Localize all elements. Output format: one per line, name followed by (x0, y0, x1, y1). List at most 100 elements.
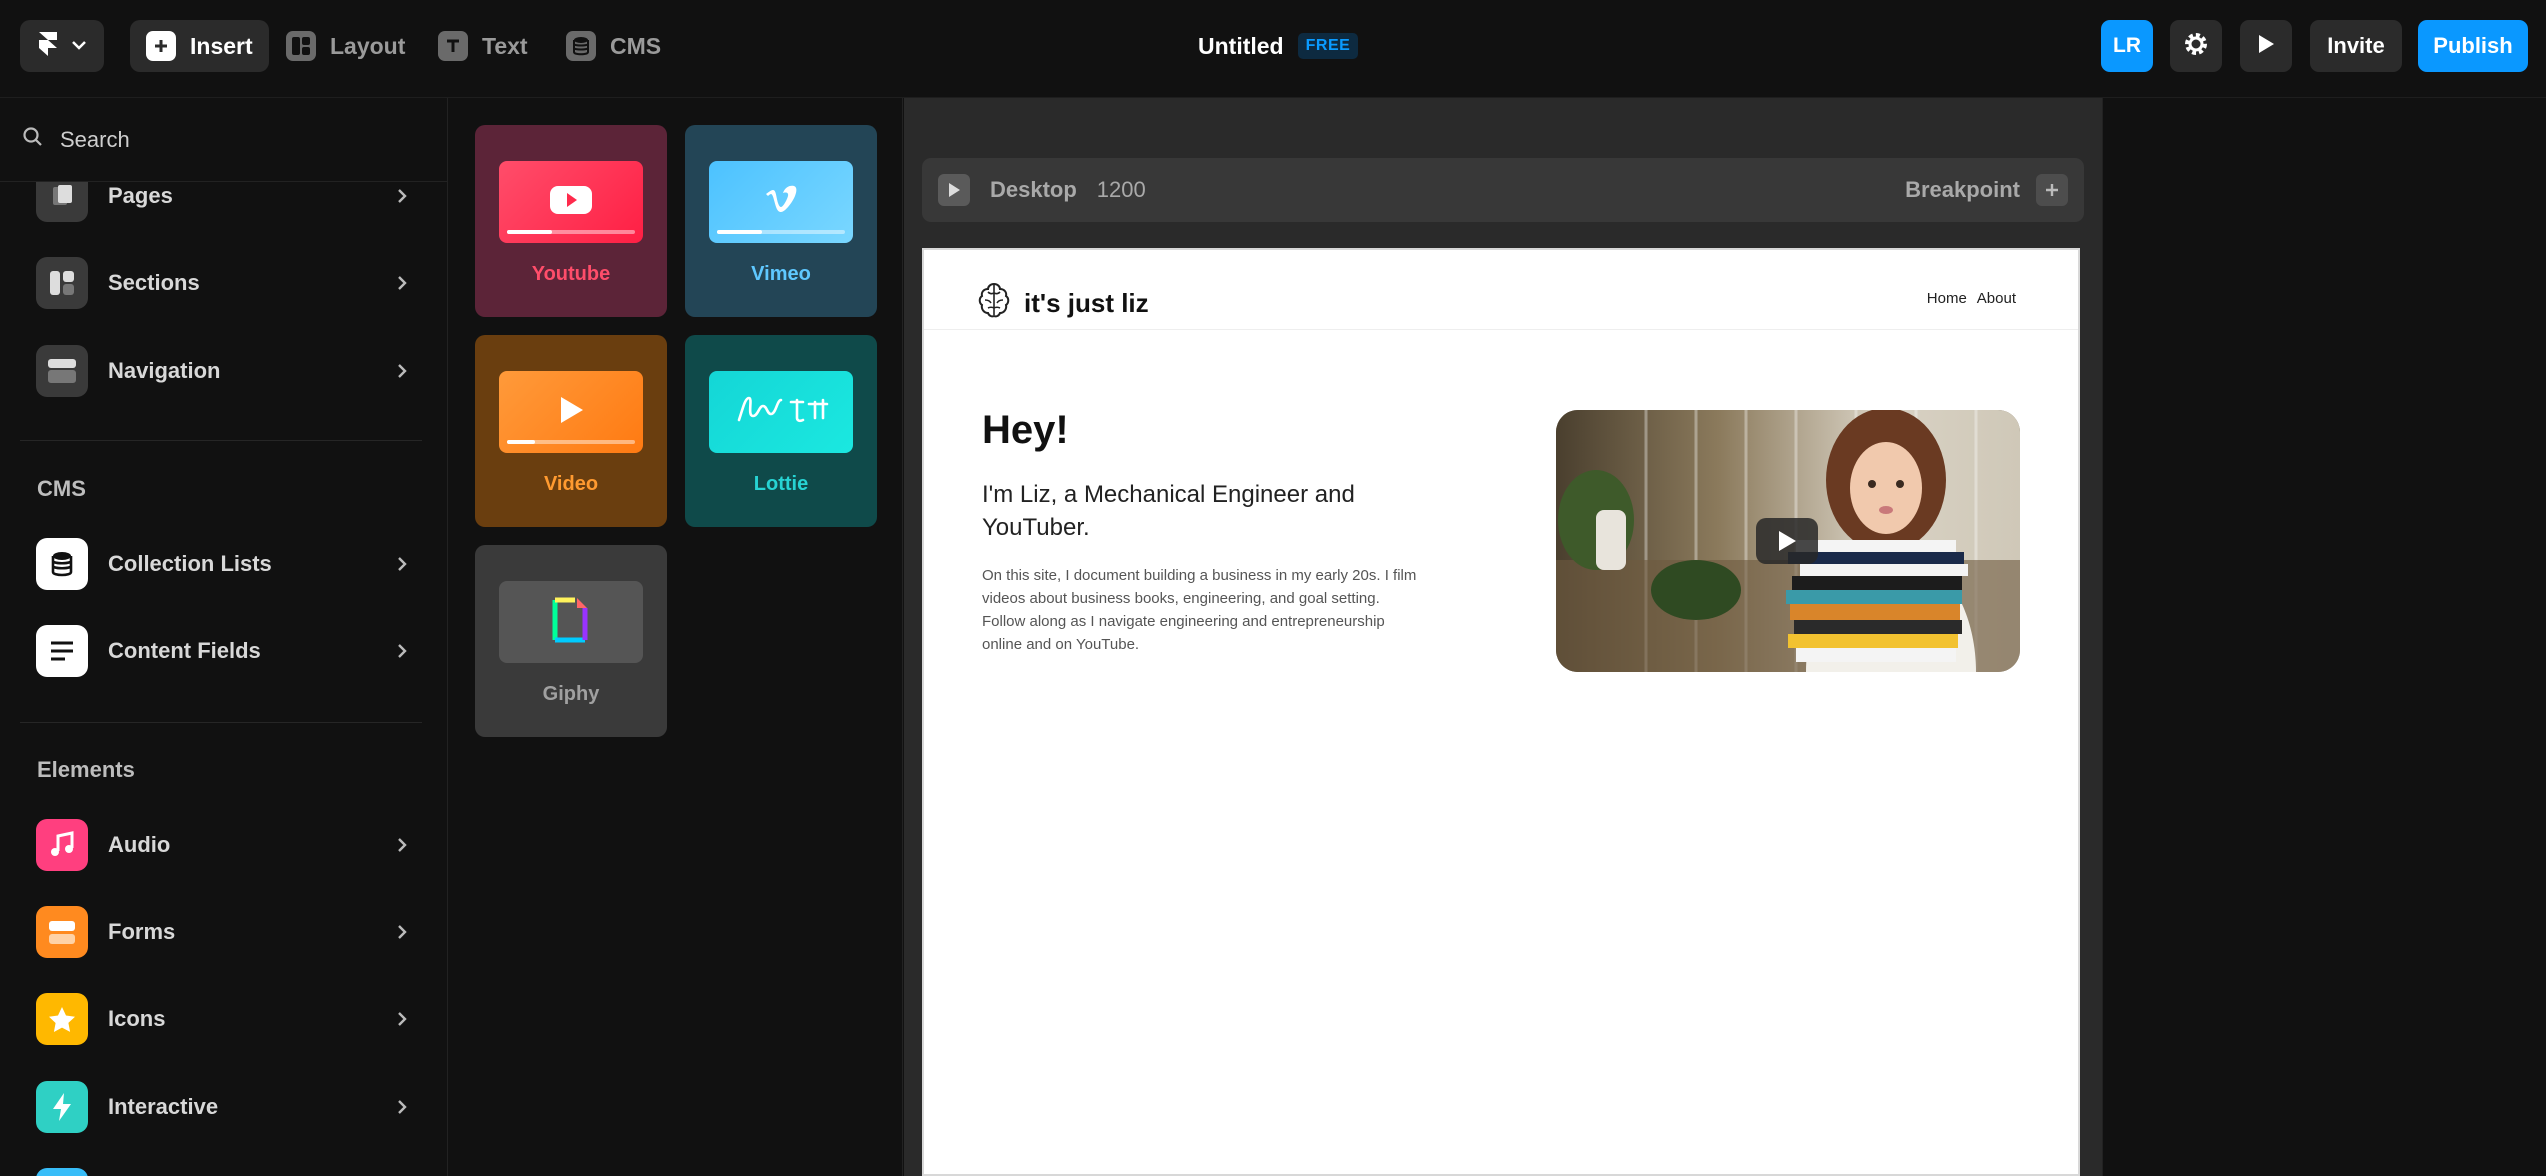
chevron-right-icon (392, 1097, 412, 1117)
breakpoint-width[interactable]: 1200 (1097, 177, 1146, 203)
breakpoint-bar[interactable]: Desktop 1200 Breakpoint (922, 158, 2084, 222)
text-lines-icon (36, 625, 88, 677)
invite-button[interactable]: Invite (2310, 20, 2402, 72)
chevron-right-icon (392, 361, 412, 381)
desktop-frame[interactable]: it's just liz Home About Hey! I'm Liz, a… (922, 248, 2080, 1176)
site-brand[interactable]: it's just liz (974, 280, 1149, 327)
main-menu-button[interactable] (20, 20, 104, 72)
sidebar-item-sections[interactable]: Sections (36, 255, 426, 311)
play-icon (2256, 33, 2276, 60)
insert-card-giphy[interactable]: Giphy (475, 545, 667, 737)
hero-video[interactable] (1556, 410, 2020, 672)
tab-layout[interactable]: Layout (270, 20, 421, 72)
site-nav-links: Home About (1927, 290, 2016, 307)
preview-breakpoint-button[interactable] (938, 174, 970, 206)
sidebar-item-label: Icons (108, 1006, 166, 1031)
lottie-icon (731, 390, 831, 435)
search-input[interactable]: Search (60, 127, 130, 153)
card-label: Youtube (531, 263, 611, 285)
play-icon (556, 394, 586, 431)
tab-text-label: Text (482, 32, 528, 59)
card-label: Video (543, 473, 599, 495)
form-icon (36, 906, 88, 958)
vimeo-thumbnail (709, 161, 853, 243)
section-heading-cms: CMS (37, 476, 86, 501)
insert-sidebar: Search Pages Sections Navigation CMS Col… (0, 98, 448, 1176)
plus-square-icon (146, 31, 176, 61)
video-play-button[interactable] (1756, 518, 1818, 564)
search-icon (22, 126, 44, 153)
sidebar-item-label: Interactive (108, 1094, 219, 1119)
chevron-right-icon (392, 922, 412, 942)
music-note-icon (36, 819, 88, 871)
tab-cms[interactable]: CMS (550, 20, 677, 72)
insert-card-vimeo[interactable]: Vimeo (685, 125, 877, 317)
chevron-right-icon (392, 641, 412, 661)
lightning-icon (36, 1081, 88, 1133)
tab-text[interactable]: Text (422, 20, 544, 72)
sidebar-item-icons[interactable]: Icons (36, 991, 426, 1047)
brain-icon (974, 280, 1014, 327)
properties-panel (2102, 98, 2546, 1176)
sidebar-item-navigation[interactable]: Navigation (36, 343, 426, 399)
giphy-thumbnail (499, 581, 643, 663)
sidebar-item-partial[interactable] (36, 1166, 426, 1176)
sidebar-item-forms[interactable]: Forms (36, 904, 426, 960)
breakpoint-name[interactable]: Desktop (990, 177, 1077, 203)
sidebar-item-collection-lists[interactable]: Collection Lists (36, 536, 426, 592)
top-toolbar: Insert Layout Text CMS Untitled FREE LR (0, 0, 2546, 98)
site-navbar[interactable]: it's just liz Home About (924, 250, 2078, 330)
nav-link-home[interactable]: Home (1927, 290, 1967, 307)
section-heading-elements: Elements (37, 757, 135, 782)
publish-button[interactable]: Publish (2418, 20, 2528, 72)
design-canvas[interactable]: Desktop 1200 Breakpoint it's just liz Ho… (904, 98, 2102, 1176)
sidebar-item-label: Pages (108, 183, 173, 208)
card-label: Vimeo (751, 263, 811, 285)
navigation-icon (36, 345, 88, 397)
chevron-right-icon (392, 835, 412, 855)
nav-link-about[interactable]: About (1977, 290, 2016, 307)
card-label: Lottie (753, 473, 809, 495)
sections-icon (36, 257, 88, 309)
chevron-right-icon (392, 1009, 412, 1029)
insert-card-video[interactable]: Video (475, 335, 667, 527)
sidebar-item-content-fields[interactable]: Content Fields (36, 623, 426, 679)
project-title-area[interactable]: Untitled FREE (1198, 28, 1359, 64)
tab-insert[interactable]: Insert (130, 20, 269, 72)
sidebar-item-interactive[interactable]: Interactive (36, 1079, 426, 1135)
settings-button[interactable] (2170, 20, 2222, 72)
youtube-play-icon (549, 185, 593, 220)
sidebar-item-label: Navigation (108, 358, 221, 383)
chevron-right-icon (392, 273, 412, 293)
insert-card-youtube[interactable]: Youtube (475, 125, 667, 317)
add-breakpoint-button[interactable] (2036, 174, 2068, 206)
sidebar-item-icon (36, 1168, 88, 1176)
giphy-icon (551, 596, 591, 649)
avatar[interactable]: LR (2101, 20, 2153, 72)
app-window: Insert Layout Text CMS Untitled FREE LR (0, 0, 2546, 1176)
framer-logo-icon (37, 31, 59, 62)
preview-button[interactable] (2240, 20, 2292, 72)
plus-icon (2046, 184, 2058, 196)
sidebar-item-audio[interactable]: Audio (36, 817, 426, 873)
plan-badge: FREE (1297, 33, 1359, 59)
hero-heading[interactable]: Hey! (982, 408, 1069, 453)
lottie-thumbnail (709, 371, 853, 453)
video-thumbnail (499, 371, 643, 453)
tab-insert-label: Insert (190, 32, 253, 59)
gear-icon (2182, 30, 2210, 63)
search-bar[interactable]: Search (0, 98, 447, 182)
play-icon (1779, 531, 1796, 551)
insert-card-lottie[interactable]: Lottie (685, 335, 877, 527)
database-icon (36, 538, 88, 590)
tab-cms-label: CMS (610, 32, 662, 59)
sidebar-item-label: Collection Lists (108, 551, 272, 576)
breakpoint-label[interactable]: Breakpoint (1905, 177, 2020, 203)
hero-paragraph[interactable]: On this site, I document building a busi… (982, 564, 1422, 656)
site-brand-name: it's just liz (1024, 288, 1149, 318)
sidebar-item-label: Sections (108, 270, 200, 295)
hero-subheading[interactable]: I'm Liz, a Mechanical Engineer and YouTu… (982, 478, 1402, 544)
sidebar-item-label: Content Fields (108, 638, 261, 663)
text-icon (438, 31, 468, 61)
project-title[interactable]: Untitled (1198, 33, 1284, 60)
